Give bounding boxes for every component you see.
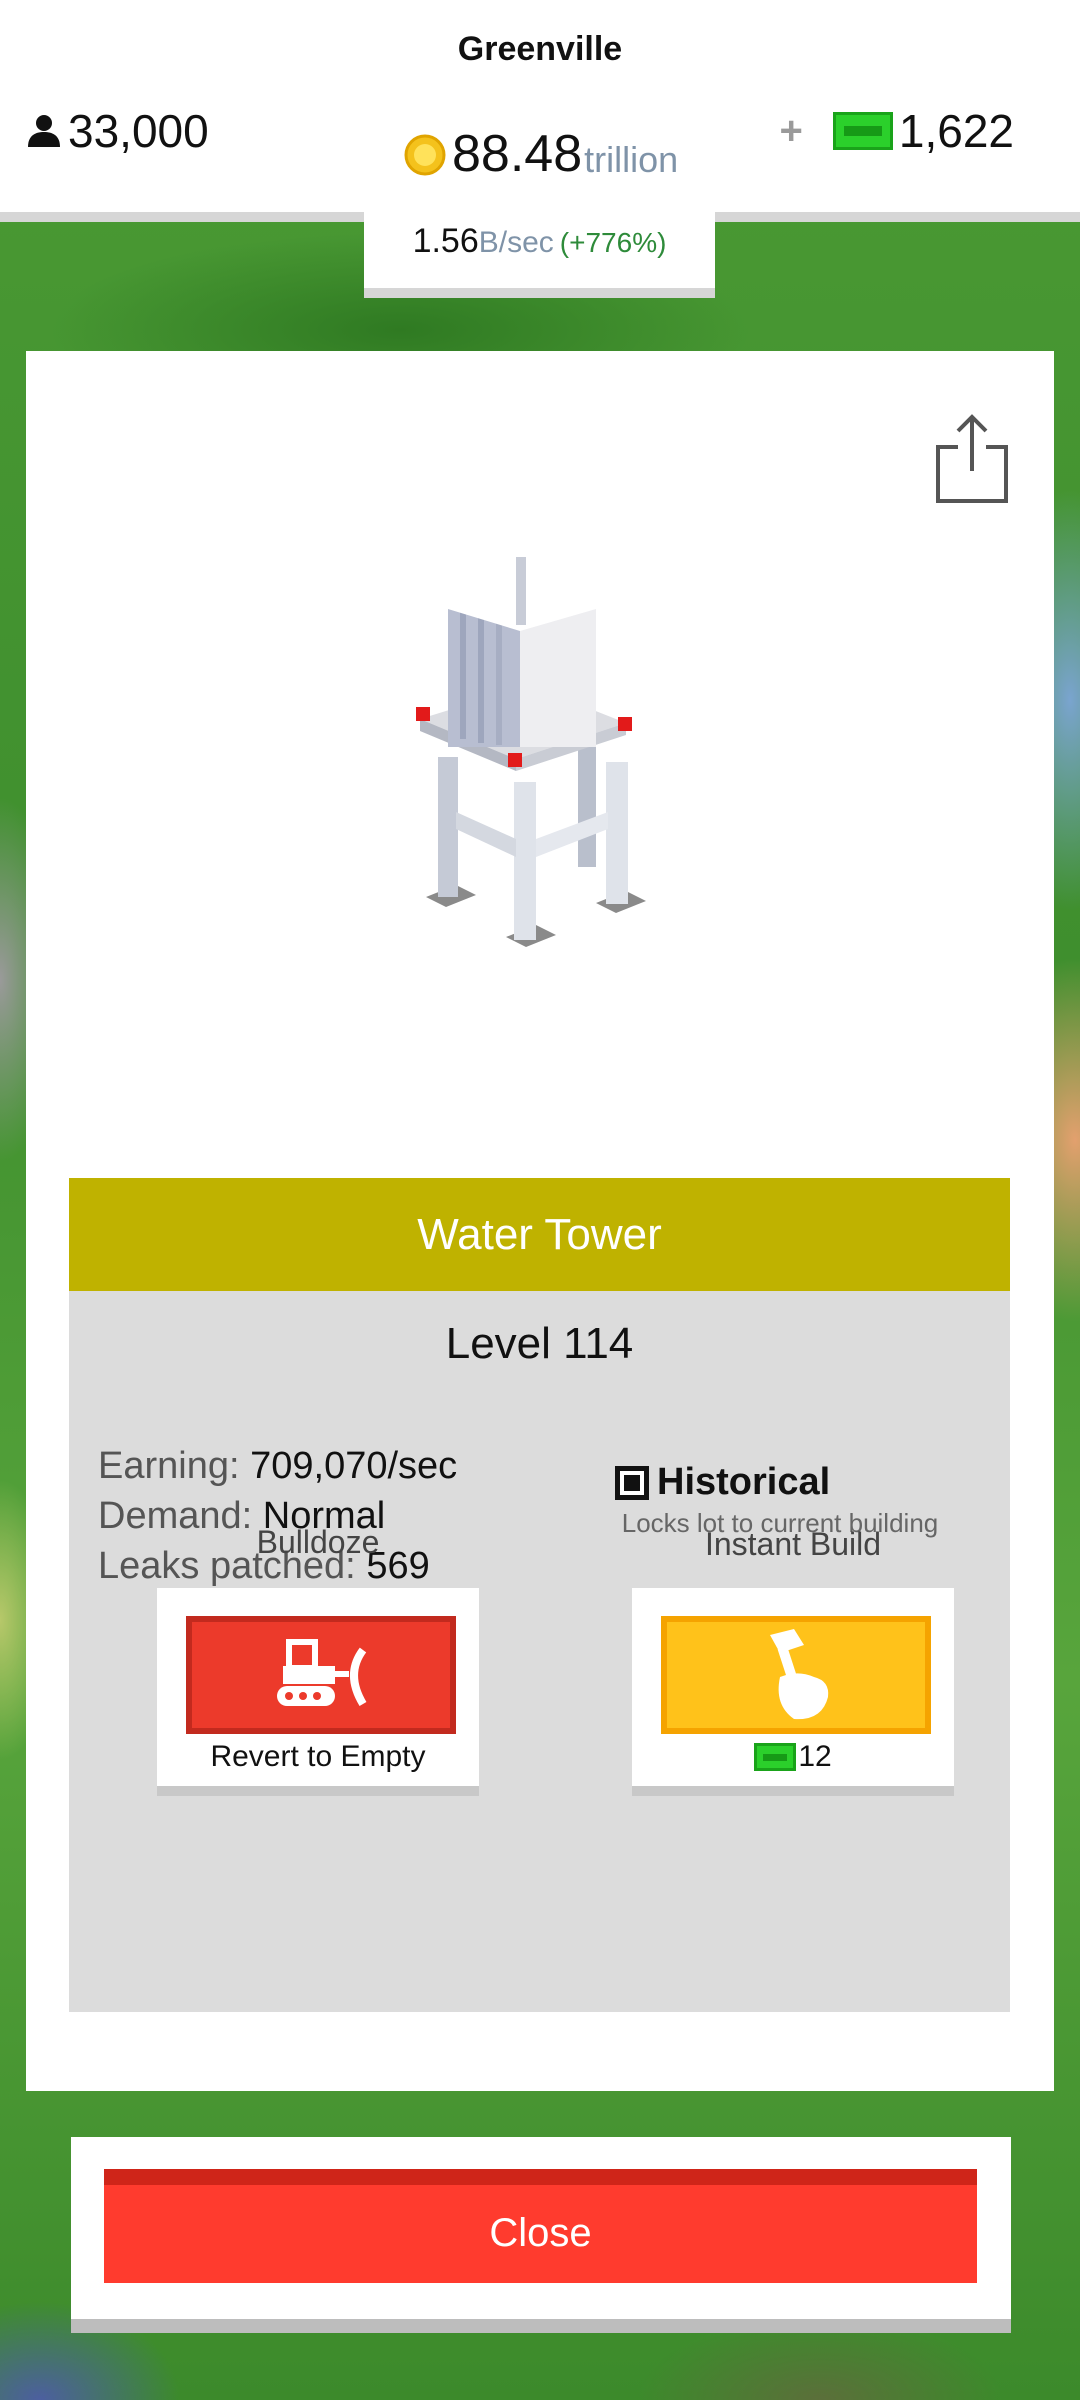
cash-counter[interactable]: + 1,622 (780, 104, 1014, 158)
hammer-hand-icon (770, 1629, 829, 1720)
building-card: Water Tower Level 114 Earning: 709,070/s… (26, 351, 1054, 2091)
instant-build-cost-value: 12 (798, 1740, 832, 1773)
historical-checkbox[interactable] (615, 1465, 649, 1500)
stat-label: Earning: (98, 1445, 240, 1487)
income-unit: B/sec (478, 226, 554, 259)
city-name: Greenville (457, 30, 623, 68)
bulldoze-button[interactable]: Revert to Empty (157, 1588, 479, 1796)
instant-build-button-face (661, 1616, 931, 1734)
close-panel: Close (71, 2137, 1011, 2333)
instant-build-button[interactable]: 12 (632, 1588, 954, 1796)
bulldozer-icon (277, 1639, 367, 1707)
coins-counter: 88.48 trillion (404, 128, 678, 180)
income-value: 1.56 (412, 222, 479, 260)
coins-unit: trillion (584, 139, 679, 181)
stat-earning: Earning: 709,070/sec (98, 1441, 457, 1491)
share-icon[interactable] (934, 409, 1010, 505)
person-icon (28, 115, 60, 147)
bulldoze-caption: Revert to Empty (210, 1740, 426, 1773)
bulldoze-button-face (186, 1616, 456, 1734)
building-name-banner: Water Tower (69, 1178, 1010, 1291)
water-tower-image (416, 557, 646, 947)
close-button[interactable]: Close (104, 2169, 977, 2283)
stat-value: 709,070/sec (250, 1445, 458, 1487)
cash-icon (832, 112, 893, 150)
coin-icon (404, 134, 446, 176)
instant-build-cost: 12 (632, 1740, 954, 1774)
historical-title: Historical (657, 1461, 831, 1503)
instant-build-label: Instant Build (704, 1526, 882, 1562)
population-value: 33,000 (68, 105, 209, 157)
population-counter: 33,000 (26, 104, 209, 158)
bulldoze-label: Bulldoze (256, 1524, 380, 1560)
cash-value: 1,622 (898, 105, 1014, 157)
coins-value: 88.48 (452, 125, 583, 183)
cash-icon (754, 1743, 797, 1771)
income-rate: 1.56B/sec (+776%) (364, 210, 715, 298)
building-stats: Earning: 709,070/sec Demand: Normal Leak… (98, 1441, 457, 1591)
income-change: (+776%) (559, 227, 667, 258)
building-details: Level 114 Earning: 709,070/sec Demand: N… (69, 1291, 1010, 2012)
top-bar: Greenville 33,000 88.48 trillion + 1,622 (0, 0, 1080, 222)
add-cash-button[interactable]: + (780, 109, 803, 154)
building-level: Level 114 (445, 1319, 634, 1368)
